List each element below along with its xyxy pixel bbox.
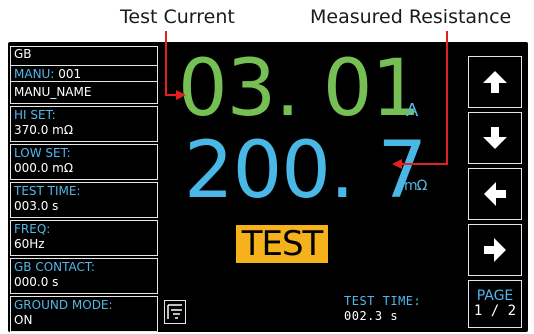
test-time-setting-label: TEST TIME: <box>14 184 81 198</box>
arrow-right-icon <box>484 238 506 262</box>
freq-value: 60Hz <box>14 237 45 251</box>
arrow-left-icon <box>484 182 506 206</box>
test-time-elapsed-label: TEST TIME: <box>344 294 422 308</box>
test-status-badge: TEST <box>236 225 328 263</box>
low-set-label: LOW SET: <box>14 146 71 160</box>
manu-name: MANU_NAME <box>14 85 92 99</box>
gb-contact-value: 000.0 s <box>14 275 59 289</box>
arrow-left-button[interactable] <box>468 168 522 220</box>
ground-mode-value: ON <box>14 313 33 327</box>
low-set-value: 000.0 mΩ <box>14 161 74 175</box>
current-unit: A <box>406 100 418 121</box>
test-time-setting-value: 003.0 s <box>14 199 59 213</box>
arrow-right-button[interactable] <box>468 224 522 276</box>
manu-label: MANU: <box>14 67 55 81</box>
hi-set-label: HI SET: <box>14 108 56 122</box>
arrow-down-icon <box>483 127 507 149</box>
page-label: PAGE <box>476 288 514 304</box>
ground-icon[interactable] <box>164 300 186 324</box>
test-time-elapsed-value: 002.3 s <box>344 309 399 323</box>
arrow-down-button[interactable] <box>468 112 522 164</box>
manu-number-row[interactable]: MANU: 001 <box>10 65 158 82</box>
device-screen: GB MANU: 001 MANU_NAME HI SET: 370.0 mΩ … <box>8 42 528 332</box>
test-current-callout-label: Test Current <box>120 6 235 28</box>
test-current-reading: 03. 01 <box>178 44 421 134</box>
measured-resistance-reading: 200. 7 <box>184 126 427 216</box>
freq-label: FREQ: <box>14 222 51 236</box>
hi-set-value: 370.0 mΩ <box>14 123 74 137</box>
ground-mode-label: GROUND MODE: <box>14 298 113 312</box>
page-button[interactable]: PAGE 1 / 2 <box>468 280 522 328</box>
page-number: 1 / 2 <box>473 303 517 319</box>
resistance-unit: mΩ <box>404 178 427 194</box>
measured-resistance-callout-label: Measured Resistance <box>310 6 512 28</box>
arrow-up-icon <box>483 71 507 93</box>
gb-contact-label: GB CONTACT: <box>14 260 95 274</box>
arrow-up-button[interactable] <box>468 56 522 108</box>
manu-number: 001 <box>58 67 82 81</box>
mode-label: GB <box>14 47 32 61</box>
